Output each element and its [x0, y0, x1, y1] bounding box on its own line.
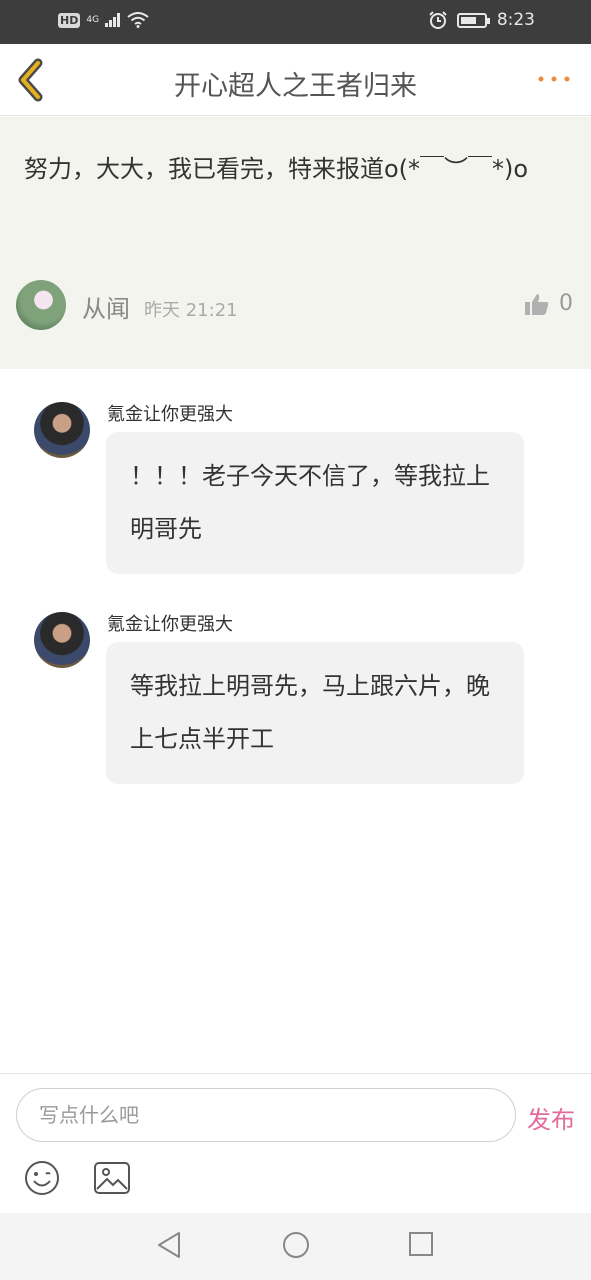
post-username[interactable]: 从闻 — [82, 289, 130, 324]
emoji-icon — [25, 1161, 59, 1195]
status-right: 8:23 — [429, 10, 535, 30]
battery-icon — [456, 12, 490, 28]
circle-home-icon — [283, 1232, 309, 1258]
status-bar: HD 4G 8:23 — [0, 0, 591, 44]
hd-badge: HD — [58, 12, 81, 28]
nav-recents-button[interactable] — [408, 1231, 434, 1261]
more-dots-icon — [538, 76, 570, 82]
commenter-avatar[interactable] — [34, 402, 90, 458]
alarm-icon — [429, 11, 447, 29]
input-bar: 写点什么吧 发布 — [0, 1073, 591, 1213]
status-left: HD 4G — [58, 12, 149, 28]
triangle-back-icon — [158, 1232, 180, 1258]
commenter-name[interactable]: 氪金让你更强大 — [107, 610, 233, 636]
nav-back-button[interactable] — [156, 1231, 182, 1263]
system-nav-bar — [0, 1213, 591, 1280]
post-time: 昨天 21:21 — [144, 300, 238, 321]
nav-home-button[interactable] — [282, 1231, 310, 1263]
image-icon — [94, 1162, 130, 1194]
clock: 8:23 — [496, 10, 535, 30]
comment-input[interactable]: 写点什么吧 — [16, 1088, 516, 1142]
header: 开心超人之王者归来 — [0, 44, 591, 116]
publish-button[interactable]: 发布 — [527, 1100, 575, 1135]
comment-bubble: ！！！老子今天不信了，等我拉上明哥先 — [106, 432, 524, 574]
thumbs-up-icon — [525, 293, 549, 315]
more-button[interactable] — [537, 62, 571, 90]
original-post: 努力，大大，我已看完，特来报道o(*￣︶￣*)o 从闻 昨天 21:21 0 — [0, 117, 591, 369]
network-type: 4G — [86, 15, 100, 25]
like-count: 0 — [559, 291, 573, 316]
chevron-left-icon — [18, 58, 43, 102]
page-title: 开心超人之王者归来 — [174, 71, 417, 102]
post-text: 努力，大大，我已看完，特来报道o(*￣︶￣*)o — [24, 155, 529, 183]
commenter-name[interactable]: 氪金让你更强大 — [107, 400, 233, 426]
image-button[interactable] — [94, 1162, 130, 1198]
back-button[interactable] — [14, 58, 54, 102]
emoji-button[interactable] — [24, 1160, 60, 1200]
wifi-icon — [127, 12, 149, 28]
like-button[interactable]: 0 — [525, 291, 573, 316]
square-recents-icon — [409, 1232, 433, 1256]
signal-icon — [105, 13, 121, 27]
comment-bubble: 等我拉上明哥先，马上跟六片，晚上七点半开工 — [106, 642, 524, 784]
post-avatar[interactable] — [16, 280, 66, 330]
commenter-avatar[interactable] — [34, 612, 90, 668]
